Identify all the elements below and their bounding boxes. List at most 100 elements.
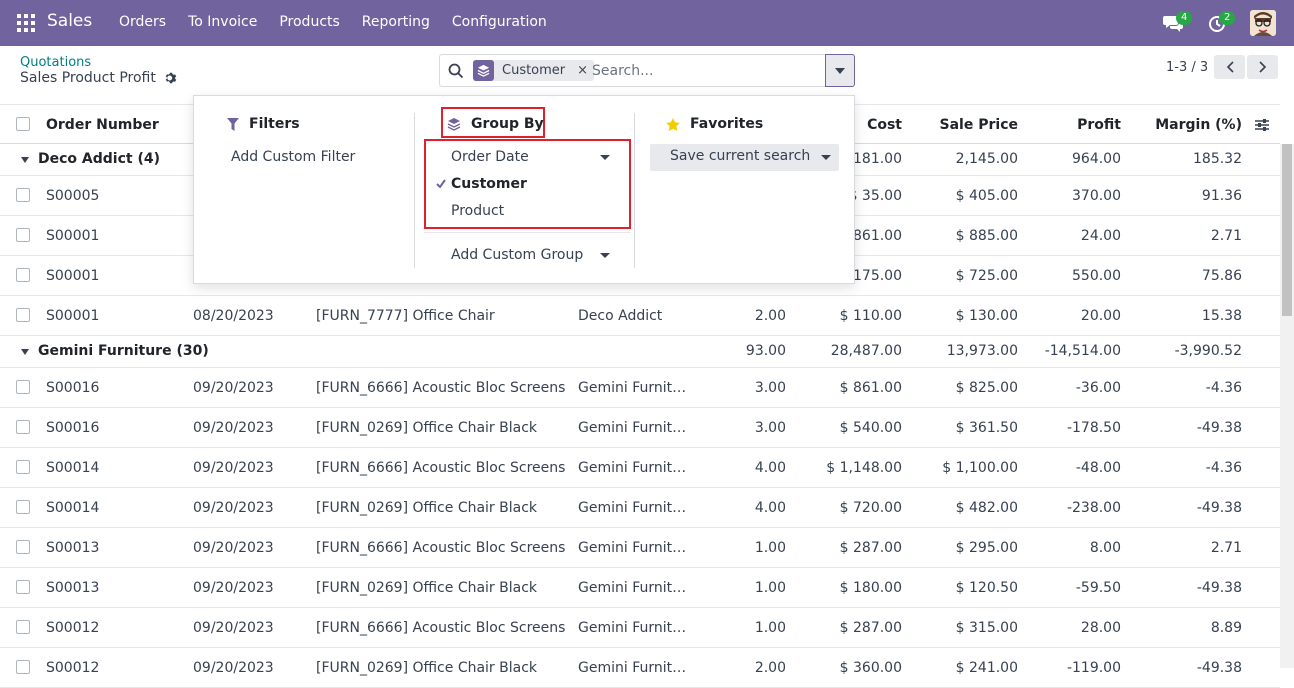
cell-profit: 20.00 xyxy=(1080,308,1121,324)
group-by-layers-icon xyxy=(473,60,494,81)
chat-count-badge: 4 xyxy=(1176,11,1193,25)
search-icon xyxy=(448,63,464,79)
pager-value[interactable]: 1-3 / 3 xyxy=(1166,60,1208,75)
table-row[interactable]: S00001 08/20/2023 [FURN_7777] Office Cha… xyxy=(0,296,1280,336)
menu-item-configuration[interactable]: Configuration xyxy=(452,14,547,30)
row-checkbox[interactable] xyxy=(16,580,30,594)
cell-product: [FURN_0269] Office Chair Black xyxy=(316,580,538,596)
row-checkbox[interactable] xyxy=(16,228,30,242)
caret-down-icon xyxy=(21,157,29,163)
cell-margin: -49.38 xyxy=(1196,580,1242,596)
group-name: Deco Addict (4) xyxy=(38,151,160,167)
row-checkbox[interactable] xyxy=(16,420,30,434)
cell-qty: 3.00 xyxy=(754,380,786,396)
row-checkbox[interactable] xyxy=(16,660,30,674)
header-profit[interactable]: Profit xyxy=(1021,117,1121,133)
row-checkbox[interactable] xyxy=(16,268,30,282)
cell-margin: -4.36 xyxy=(1205,460,1242,476)
header-order-number[interactable]: Order Number xyxy=(46,117,159,133)
group-by-product[interactable]: Product xyxy=(451,203,504,219)
table-row[interactable]: S00014 09/20/2023 [FURN_0269] Office Chair… xyxy=(0,488,1280,528)
cell-sale-price: $ 295.00 xyxy=(955,540,1018,556)
chevron-right-icon xyxy=(1258,61,1266,73)
select-all-checkbox[interactable] xyxy=(16,117,30,131)
search-bar: Customer × xyxy=(439,54,855,87)
header-margin[interactable]: Margin (%) xyxy=(1142,117,1242,133)
column-divider xyxy=(414,113,415,268)
breadcrumb-quotations[interactable]: Quotations xyxy=(20,55,91,70)
group-name: Gemini Furniture (30) xyxy=(38,343,209,359)
menu-item-orders[interactable]: Orders xyxy=(119,14,166,30)
search-options-toggle[interactable] xyxy=(825,54,855,87)
cell-customer: Gemini Furnit… xyxy=(578,660,687,676)
table-row[interactable]: S00014 09/20/2023 [FURN_6666] Acoustic Blo… xyxy=(0,448,1280,488)
cell-profit: -48.00 xyxy=(1075,460,1121,476)
apps-menu-icon[interactable] xyxy=(17,14,35,32)
search-input[interactable] xyxy=(592,61,822,81)
pager-previous-button[interactable] xyxy=(1214,55,1245,79)
cell-customer: Gemini Furnit… xyxy=(578,620,687,636)
cell-margin: -49.38 xyxy=(1196,420,1242,436)
table-row[interactable]: S00013 09/20/2023 [FURN_6666] Acoustic Blo… xyxy=(0,528,1280,568)
row-checkbox[interactable] xyxy=(16,460,30,474)
gear-icon[interactable] xyxy=(164,71,178,85)
row-checkbox[interactable] xyxy=(16,380,30,394)
add-custom-filter[interactable]: Add Custom Filter xyxy=(231,149,355,165)
row-checkbox[interactable] xyxy=(16,308,30,322)
cell-margin: -49.38 xyxy=(1196,500,1242,516)
cell-date: 09/20/2023 xyxy=(193,620,274,636)
add-custom-group[interactable]: Add Custom Group xyxy=(451,247,583,263)
row-checkbox[interactable] xyxy=(16,500,30,514)
table-row[interactable]: S00016 09/20/2023 [FURN_0269] Office Chair… xyxy=(0,408,1280,448)
cell-profit: -119.00 xyxy=(1066,660,1121,676)
group-by-layers-icon xyxy=(447,118,461,131)
cell-customer: Gemini Furnit… xyxy=(578,420,687,436)
group-sale-price: 2,145.00 xyxy=(955,151,1018,167)
row-checkbox[interactable] xyxy=(16,620,30,634)
cell-date: 09/20/2023 xyxy=(193,380,274,396)
group-by-customer[interactable]: Customer xyxy=(451,176,527,192)
cell-order: S00013 xyxy=(46,580,100,596)
group-by-order-date[interactable]: Order Date xyxy=(451,149,529,165)
cell-profit: -59.50 xyxy=(1075,580,1121,596)
app-brand[interactable]: Sales xyxy=(47,11,92,31)
cell-customer: Gemini Furnit… xyxy=(578,460,687,476)
header-sale-price[interactable]: Sale Price xyxy=(918,117,1018,133)
row-checkbox[interactable] xyxy=(16,188,30,202)
facet-remove-icon[interactable]: × xyxy=(577,63,588,78)
cell-product: [FURN_6666] Acoustic Bloc Screens xyxy=(316,540,566,556)
cell-cost: $ 287.00 xyxy=(839,540,902,556)
filters-heading: Filters xyxy=(227,116,300,132)
cell-margin: 75.86 xyxy=(1201,268,1242,284)
group-row-gemini-furniture[interactable]: Gemini Furniture (30) 93.00 28,487.00 13… xyxy=(0,336,1280,368)
cell-margin: 91.36 xyxy=(1201,188,1242,204)
save-current-search-button[interactable]: Save current search xyxy=(650,144,839,171)
cell-sale-price: $ 825.00 xyxy=(955,380,1018,396)
cell-qty: 1.00 xyxy=(754,580,786,596)
group-margin: -3,990.52 xyxy=(1174,343,1242,359)
caret-down-icon xyxy=(835,67,845,74)
group-by-heading: Group By xyxy=(447,116,544,132)
menu-item-products[interactable]: Products xyxy=(279,14,339,30)
user-avatar[interactable] xyxy=(1250,10,1276,36)
table-row[interactable]: S00016 09/20/2023 [FURN_6666] Acoustic Blo… xyxy=(0,368,1280,408)
cell-product: [FURN_6666] Acoustic Bloc Screens xyxy=(316,380,566,396)
search-options-dropdown: Filters Add Custom Filter Group By Order… xyxy=(193,95,855,284)
menu-item-reporting[interactable]: Reporting xyxy=(362,14,430,30)
menu-item-to-invoice[interactable]: To Invoice xyxy=(188,14,257,30)
row-checkbox[interactable] xyxy=(16,540,30,554)
check-icon xyxy=(436,179,446,188)
cell-cost: $ 861.00 xyxy=(839,380,902,396)
cell-order: S00012 xyxy=(46,660,100,676)
cell-sale-price: $ 120.50 xyxy=(955,580,1018,596)
column-options-sliders-icon[interactable] xyxy=(1255,118,1269,132)
vertical-scrollbar[interactable] xyxy=(1280,144,1294,668)
cell-margin: -49.38 xyxy=(1196,660,1242,676)
group-sale-price: 13,973.00 xyxy=(946,343,1018,359)
table-row[interactable]: S00012 09/20/2023 [FURN_0269] Office Chair… xyxy=(0,648,1280,688)
cell-cost: $ 720.00 xyxy=(839,500,902,516)
table-row[interactable]: S00012 09/20/2023 [FURN_6666] Acoustic Blo… xyxy=(0,608,1280,648)
pager-next-button[interactable] xyxy=(1247,55,1278,79)
table-row[interactable]: S00013 09/20/2023 [FURN_0269] Office Chair… xyxy=(0,568,1280,608)
scrollbar-thumb[interactable] xyxy=(1282,144,1292,316)
